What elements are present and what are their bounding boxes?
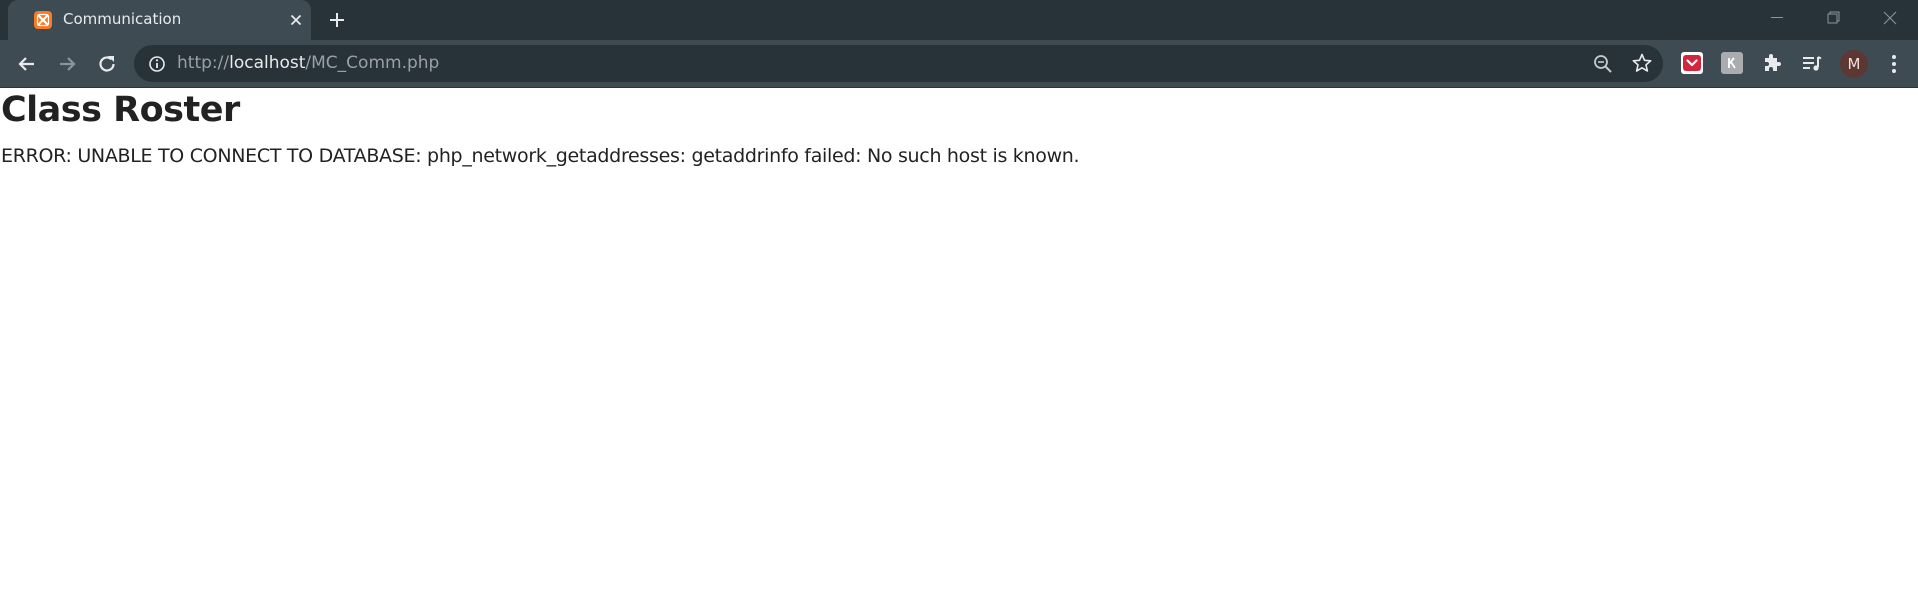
url-scheme: http:// — [177, 53, 230, 73]
forward-arrow-icon[interactable] — [55, 52, 79, 76]
bookmark-star-icon[interactable] — [1631, 52, 1653, 74]
close-icon[interactable] — [288, 12, 304, 28]
page-content: Class Roster ERROR: UNABLE TO CONNECT TO… — [0, 88, 1918, 601]
url-path: /MC_Comm.php — [305, 53, 440, 73]
url-host: localhost — [229, 53, 306, 73]
pocket-extension-icon[interactable] — [1681, 52, 1703, 74]
back-arrow-icon[interactable] — [15, 52, 39, 76]
info-icon[interactable] — [148, 55, 166, 73]
error-message: ERROR: UNABLE TO CONNECT TO DATABASE: ph… — [1, 145, 1080, 167]
profile-avatar[interactable]: M — [1840, 50, 1868, 78]
new-tab-plus-icon[interactable] — [327, 10, 347, 30]
reload-icon[interactable] — [95, 52, 119, 76]
url-text[interactable]: http://localhost/MC_Comm.php — [177, 53, 439, 73]
close-window-icon[interactable] — [1880, 8, 1900, 28]
extensions-puzzle-icon[interactable] — [1760, 52, 1784, 76]
tab-title: Communication — [63, 10, 182, 28]
minimize-icon[interactable] — [1767, 8, 1787, 28]
tab-communication[interactable]: Communication — [8, 0, 311, 40]
toolbar: http://localhost/MC_Comm.php M — [0, 40, 1918, 88]
media-queue-icon[interactable] — [1800, 52, 1824, 76]
address-bar[interactable]: http://localhost/MC_Comm.php — [134, 45, 1663, 82]
tab-strip: Communication — [0, 0, 1918, 40]
restore-icon[interactable] — [1823, 8, 1843, 28]
more-menu-icon[interactable] — [1882, 52, 1906, 76]
page-title: Class Roster — [1, 90, 240, 130]
xampp-icon — [34, 11, 52, 29]
zoom-out-icon[interactable] — [1592, 53, 1614, 75]
extension-k-icon[interactable] — [1721, 52, 1743, 74]
